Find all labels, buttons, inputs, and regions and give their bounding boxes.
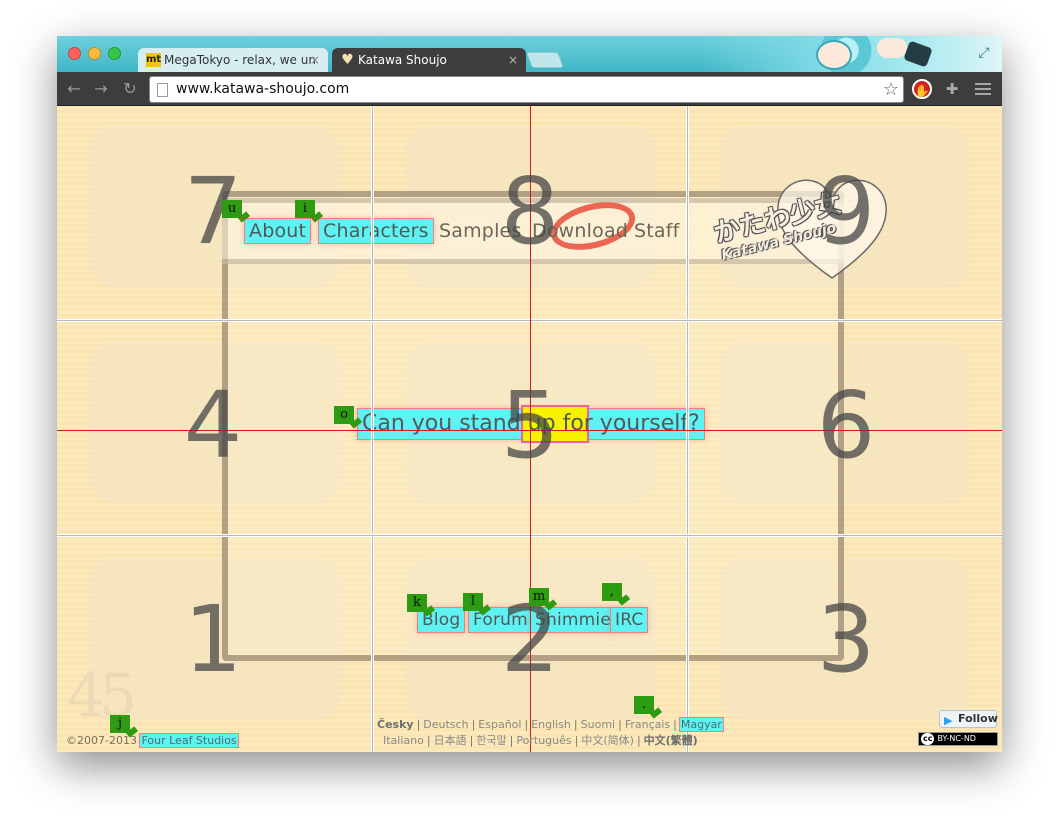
grid-cell-number: 4 bbox=[183, 372, 243, 479]
lang-link[interactable]: Español bbox=[478, 718, 521, 731]
reload-icon[interactable]: ↻ bbox=[120, 79, 140, 99]
creative-commons-badge[interactable]: cc BY-NC-ND bbox=[918, 732, 998, 746]
heart-icon: ♥ bbox=[341, 52, 354, 68]
theme-ribbon-art bbox=[903, 40, 933, 68]
four-leaf-studios-link[interactable]: Four Leaf Studios bbox=[140, 734, 238, 747]
theme-face-art bbox=[816, 40, 852, 70]
lang-link[interactable]: English bbox=[531, 718, 571, 731]
twitter-bird-icon: ▶ bbox=[944, 714, 953, 727]
hint-irc: , bbox=[602, 583, 622, 601]
lang-link[interactable]: Italiano bbox=[383, 734, 424, 747]
hint-shimmie: m bbox=[529, 588, 549, 606]
back-arrow-icon[interactable]: ← bbox=[64, 79, 84, 99]
page-icon bbox=[157, 83, 168, 97]
twitter-follow-button[interactable]: ▶ Follow bbox=[939, 710, 998, 728]
hint-about: u bbox=[222, 200, 242, 218]
url-text[interactable]: www.katawa-shoujo.com bbox=[176, 81, 349, 97]
hint-four-leaf: j bbox=[110, 715, 130, 733]
hint-blog: k bbox=[407, 594, 427, 612]
lang-link[interactable]: 日本語 bbox=[434, 734, 467, 747]
tab-title: Katawa Shoujo bbox=[358, 53, 447, 67]
license-label: BY-NC-ND bbox=[937, 734, 976, 743]
bookmark-star-icon[interactable]: ☆ bbox=[883, 79, 899, 100]
grid-cell-number: 5 bbox=[500, 372, 560, 479]
browser-toolbar: ← → ↻ www.katawa-shoujo.com ☆ ✋ ✚ bbox=[57, 72, 1002, 106]
fullscreen-icon[interactable]: ⤢ bbox=[976, 45, 992, 61]
language-row-2: Italiano | 日本語 | 한국말 | Português | 中文(简体) | 中文(繁體) bbox=[383, 734, 698, 747]
grid-cell-number: 8 bbox=[500, 158, 560, 265]
cc-mark: cc bbox=[921, 733, 935, 745]
new-tab-button[interactable] bbox=[526, 52, 564, 68]
follow-label: Follow bbox=[958, 712, 998, 725]
lang-link[interactable]: Français bbox=[625, 718, 670, 731]
lang-link[interactable]: 中文(繁體) bbox=[644, 734, 698, 747]
grid-line-vertical bbox=[371, 106, 374, 752]
window-minimize-button[interactable] bbox=[88, 47, 101, 60]
footer-irc-link[interactable]: IRC bbox=[611, 608, 648, 632]
nav-characters-link[interactable]: Characters bbox=[319, 219, 433, 243]
tab-strip: mt MegaTokyo - relax, we un × ♥ Katawa S… bbox=[57, 36, 1002, 72]
hint-forum: l bbox=[463, 593, 483, 611]
theme-artwork bbox=[702, 36, 1002, 72]
tab-megatokyo[interactable]: mt MegaTokyo - relax, we un × bbox=[138, 48, 328, 72]
extension-puzzle-icon[interactable]: ✚ bbox=[942, 79, 962, 99]
grid-cell-number: 1 bbox=[183, 586, 243, 693]
grid-cell-number: 6 bbox=[816, 372, 876, 479]
hint-magyar: . bbox=[634, 696, 654, 714]
window-close-button[interactable] bbox=[68, 47, 81, 60]
forward-arrow-icon[interactable]: → bbox=[91, 79, 111, 99]
grid-cell-number: 3 bbox=[816, 586, 876, 693]
language-links: Česky | Deutsch | Español | English | Suomi | Fran… bbox=[377, 717, 723, 749]
lang-link[interactable]: Suomi bbox=[581, 718, 615, 731]
lang-link[interactable]: 한국말 bbox=[476, 734, 506, 747]
lang-link[interactable]: Magyar bbox=[679, 718, 723, 731]
lang-link[interactable]: 中文(简体) bbox=[581, 734, 634, 747]
nav-staff-link[interactable]: Staff bbox=[634, 219, 680, 243]
menu-hamburger-icon[interactable] bbox=[975, 80, 991, 96]
address-bar[interactable]: www.katawa-shoujo.com ☆ bbox=[149, 76, 904, 103]
tab-katawa-shoujo[interactable]: ♥ Katawa Shoujo × bbox=[332, 48, 526, 72]
tab-close-icon[interactable]: × bbox=[508, 48, 518, 72]
hint-characters: i bbox=[295, 200, 315, 218]
page-content: かたわ少女 Katawa Shoujo About Characters Sam… bbox=[57, 106, 1002, 752]
lang-link[interactable]: Česky bbox=[377, 718, 414, 731]
megatokyo-favicon-icon: mt bbox=[146, 53, 162, 67]
browser-window: mt MegaTokyo - relax, we un × ♥ Katawa S… bbox=[57, 36, 1002, 752]
tab-close-icon[interactable]: × bbox=[310, 48, 320, 72]
copyright: ©2007-2013 Four Leaf Studios bbox=[66, 734, 238, 747]
language-row-1: Česky | Deutsch | Español | English | Suomi | Fran… bbox=[377, 718, 723, 731]
adblock-stop-icon[interactable]: ✋ bbox=[912, 79, 932, 99]
copyright-years: ©2007-2013 bbox=[66, 734, 137, 747]
theme-hand-art bbox=[877, 38, 907, 58]
hint-tagline: o bbox=[334, 406, 354, 424]
lang-link[interactable]: Português bbox=[516, 734, 571, 747]
tab-title: MegaTokyo - relax, we un bbox=[164, 53, 316, 67]
grid-cell-number: 7 bbox=[183, 158, 243, 265]
grid-line-vertical bbox=[686, 106, 689, 752]
lang-link[interactable]: Deutsch bbox=[423, 718, 468, 731]
window-zoom-button[interactable] bbox=[108, 47, 121, 60]
grid-cell-number: 9 bbox=[816, 158, 876, 265]
